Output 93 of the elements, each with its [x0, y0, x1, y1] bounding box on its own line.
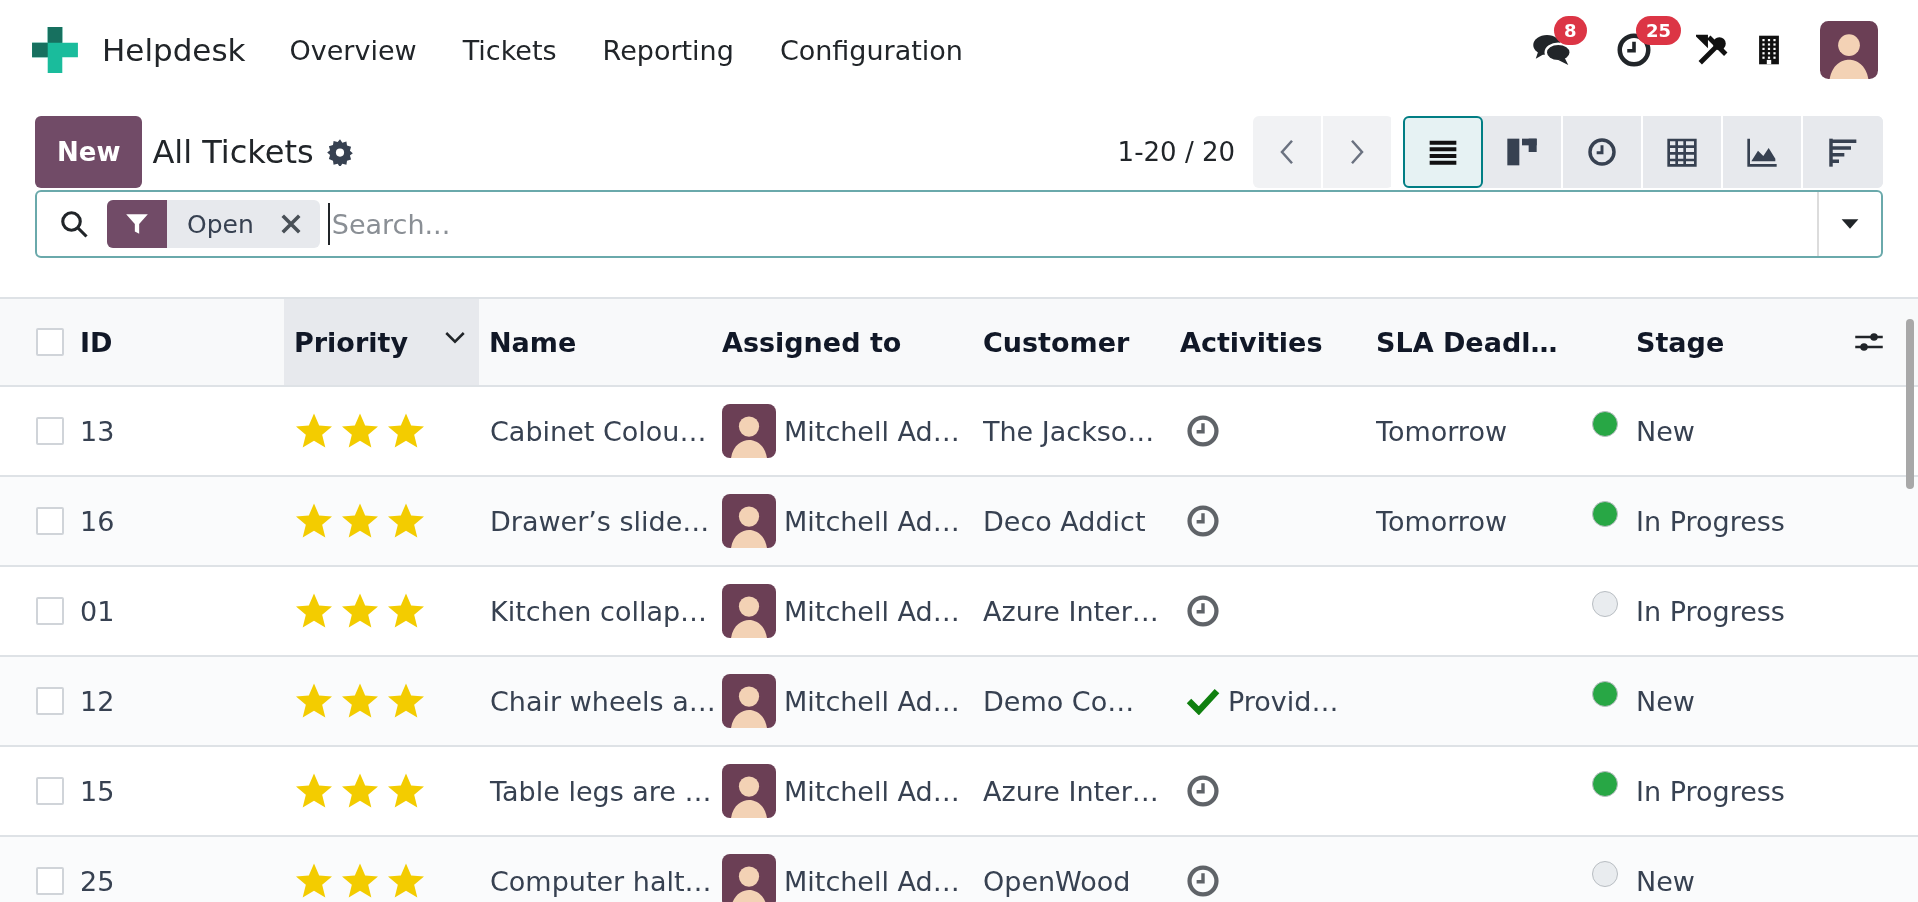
stage-label: In Progress [1636, 775, 1785, 807]
assignee-name: Mitchell Ad… [784, 685, 960, 717]
settings-icon[interactable] [325, 138, 354, 166]
app-name[interactable]: Helpdesk [102, 32, 246, 68]
view-switch-button[interactable] [1403, 116, 1483, 188]
customer-name: Azure Inter… [983, 595, 1159, 627]
ticket-id: 13 [80, 415, 115, 447]
clock-icon [1186, 504, 1220, 538]
clock-icon [1586, 136, 1618, 168]
column-header[interactable]: ID [80, 299, 284, 385]
search-bar[interactable]: Open Search... [35, 190, 1883, 258]
search-icon [59, 209, 89, 239]
stage-label: In Progress [1636, 595, 1785, 627]
activity-summary[interactable]: Provid… [1228, 685, 1339, 717]
user-avatar [722, 674, 776, 728]
ticket-name: Computer halt… [490, 865, 712, 897]
clock-icon [1186, 774, 1220, 808]
new-button[interactable]: New [35, 116, 143, 188]
stage-label: New [1636, 415, 1695, 447]
ticket-name: Cabinet Colou… [490, 415, 707, 447]
ticket-id: 01 [80, 595, 115, 627]
ticket-name: Chair wheels a… [490, 685, 716, 717]
stage-label: New [1636, 685, 1695, 717]
row-checkbox[interactable] [36, 597, 64, 625]
assignee-name: Mitchell Ad… [784, 595, 960, 627]
column-header[interactable]: SLA Deadl… [1376, 299, 1580, 385]
grid-icon [1666, 136, 1698, 168]
app-logo-icon[interactable] [30, 25, 80, 75]
column-header[interactable]: Activities [1180, 299, 1376, 385]
chevron-down-icon [445, 331, 465, 345]
column-header[interactable]: Stage [1636, 299, 1840, 385]
user-avatar[interactable] [1820, 21, 1878, 79]
stage-label: New [1636, 865, 1695, 897]
clock-icon [1186, 414, 1220, 448]
row-checkbox[interactable] [36, 417, 64, 445]
ticket-id: 25 [80, 865, 115, 897]
stage-label: In Progress [1636, 505, 1785, 537]
assignee-name: Mitchell Ad… [784, 775, 960, 807]
checkmark-icon [1186, 687, 1220, 715]
column-header[interactable]: Assigned to [722, 299, 983, 385]
customer-name: Deco Addict [983, 505, 1146, 537]
ticket-name: Drawer’s slide… [490, 505, 710, 537]
menu-item[interactable]: Tickets [462, 34, 557, 66]
menu-item[interactable]: Reporting [602, 34, 734, 66]
clock-icon [1186, 594, 1220, 628]
ticket-name: Kitchen collap… [490, 595, 708, 627]
close-icon[interactable] [279, 213, 302, 235]
column-header[interactable]: Customer [983, 299, 1180, 385]
user-avatar [722, 854, 776, 902]
menu-item[interactable]: Overview [289, 34, 417, 66]
user-avatar [722, 764, 776, 818]
clock-icon [1186, 864, 1220, 898]
select-all-checkbox[interactable] [36, 328, 64, 356]
user-avatar [722, 404, 776, 458]
caret-down-icon [1840, 218, 1860, 230]
sla-deadline: Tomorrow [1376, 415, 1507, 447]
ticket-id: 16 [80, 505, 115, 537]
tools-icon[interactable] [1696, 33, 1730, 67]
assignee-name: Mitchell Ad… [784, 415, 960, 447]
ticket-name: Table legs are … [490, 775, 712, 807]
bars-icon [1827, 136, 1859, 168]
column-header[interactable]: Name [479, 299, 722, 385]
ticket-id: 12 [80, 685, 115, 717]
status-dot[interactable] [1592, 591, 1618, 617]
row-checkbox[interactable] [36, 777, 64, 805]
status-dot[interactable] [1592, 861, 1618, 887]
notification-badge: 25 [1636, 16, 1682, 45]
pager-text: 1-20 / 20 [1117, 137, 1235, 167]
customer-name: OpenWood [983, 865, 1131, 897]
building-icon[interactable] [1758, 34, 1780, 66]
customer-name: The Jackso… [983, 415, 1155, 447]
user-avatar [722, 494, 776, 548]
menu-item[interactable]: Configuration [779, 34, 963, 66]
status-dot[interactable] [1592, 411, 1618, 437]
kanban-icon [1506, 136, 1538, 168]
status-dot[interactable] [1592, 501, 1618, 527]
status-dot[interactable] [1592, 771, 1618, 797]
notification-badge: 8 [1554, 16, 1587, 45]
page-title: All Tickets [152, 133, 314, 171]
customer-name: Azure Inter… [983, 775, 1159, 807]
row-checkbox[interactable] [36, 687, 64, 715]
sla-deadline: Tomorrow [1376, 505, 1507, 537]
column-header[interactable]: Priority [284, 299, 479, 385]
assignee-name: Mitchell Ad… [784, 505, 960, 537]
filter-facet: Open [187, 209, 254, 239]
customer-name: Demo Co… [983, 685, 1135, 717]
row-checkbox[interactable] [36, 507, 64, 535]
user-avatar [722, 584, 776, 638]
ticket-id: 15 [80, 775, 115, 807]
row-checkbox[interactable] [36, 867, 64, 895]
area-chart-icon [1746, 136, 1778, 168]
status-dot[interactable] [1592, 681, 1618, 707]
assignee-name: Mitchell Ad… [784, 865, 960, 897]
